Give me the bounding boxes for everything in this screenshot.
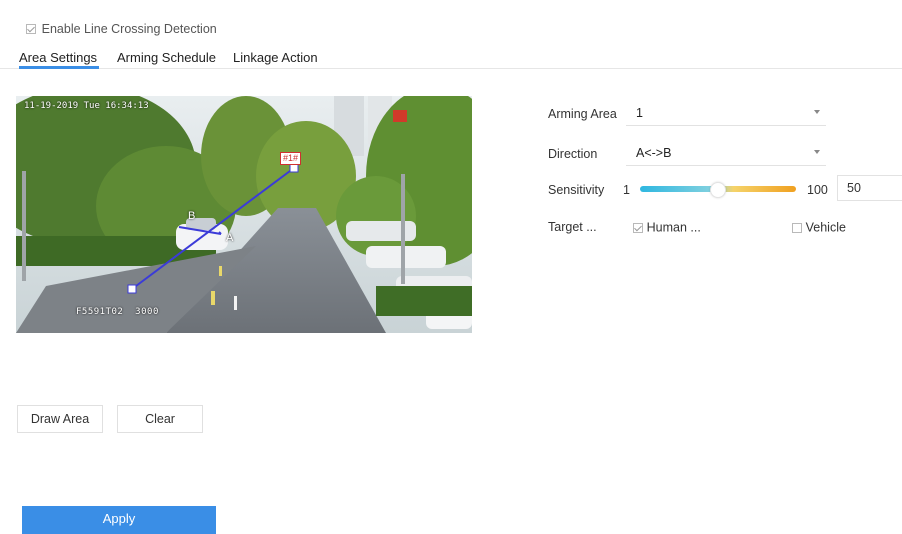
point-b-label: B (188, 210, 196, 222)
line-crossing-overlay (127, 163, 299, 294)
target-vehicle-option[interactable]: Vehicle (792, 219, 846, 235)
chevron-down-icon (814, 150, 820, 154)
draw-area-button[interactable]: Draw Area (17, 405, 103, 433)
sensitivity-slider[interactable] (640, 182, 796, 198)
video-channel-label: F5591T02 3000 (76, 307, 159, 317)
tab-area-settings[interactable]: Area Settings (19, 50, 97, 65)
line-id-label: #1# (280, 152, 302, 165)
arming-area-value: 1 (636, 106, 643, 120)
chevron-down-icon (814, 110, 820, 114)
point-a-label: A (226, 232, 234, 244)
enable-line-crossing-checkbox[interactable] (26, 23, 36, 34)
tab-linkage-action[interactable]: Linkage Action (233, 50, 318, 65)
target-label: Target ... (548, 220, 597, 234)
direction-label: Direction (548, 147, 598, 161)
sensitivity-label: Sensitivity (548, 183, 605, 197)
active-tab-indicator (19, 66, 99, 69)
sensitivity-slider-handle[interactable] (710, 182, 726, 198)
sensitivity-value-input[interactable]: 50 (837, 175, 902, 201)
direction-select[interactable]: A<->B (626, 142, 826, 166)
target-vehicle-checkbox[interactable] (792, 222, 802, 233)
target-human-option[interactable]: Human ... (633, 219, 701, 235)
enable-line-crossing-row[interactable]: Enable Line Crossing Detection (26, 20, 217, 36)
arming-area-label: Arming Area (548, 107, 617, 121)
enable-line-crossing-label: Enable Line Crossing Detection (41, 21, 217, 36)
tab-divider (0, 68, 902, 69)
direction-value: A<->B (636, 146, 672, 160)
target-vehicle-label: Vehicle (805, 220, 846, 235)
video-preview[interactable]: 11-19-2019 Tue 16:34:13 #1# B A F5591T02… (16, 96, 472, 333)
video-timestamp: 11-19-2019 Tue 16:34:13 (24, 101, 149, 111)
sensitivity-max-label: 100 (807, 183, 828, 197)
arming-area-select[interactable]: 1 (626, 102, 826, 126)
target-human-label: Human ... (646, 220, 701, 235)
clear-button[interactable]: Clear (117, 405, 203, 433)
tab-arming-schedule[interactable]: Arming Schedule (117, 50, 216, 65)
apply-button[interactable]: Apply (22, 506, 216, 534)
target-human-checkbox[interactable] (633, 222, 643, 233)
sensitivity-min-label: 1 (623, 183, 630, 197)
